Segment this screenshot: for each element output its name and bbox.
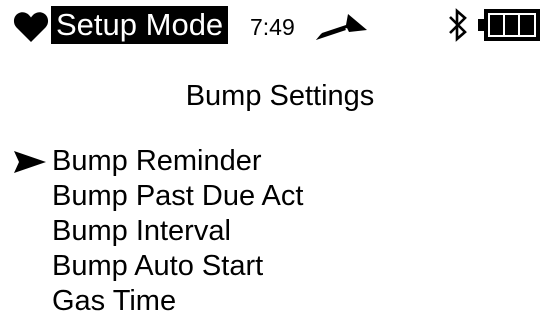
heart-icon xyxy=(13,12,49,42)
clock: 7:49 xyxy=(250,14,295,40)
menu-item-label: Bump Interval xyxy=(52,215,231,247)
menu-item-bump-past-due-act[interactable]: Bump Past Due Act xyxy=(0,179,540,214)
menu-item-bump-auto-start[interactable]: Bump Auto Start xyxy=(0,249,540,284)
settings-menu: Bump Reminder Bump Past Due Act Bump Int… xyxy=(0,144,540,319)
trend-icon xyxy=(316,14,367,40)
screen-title: Bump Settings xyxy=(185,80,375,112)
menu-item-label: Bump Auto Start xyxy=(52,250,264,282)
status-bar: Setup Mode 7:49 xyxy=(0,0,540,50)
selection-pointer-icon xyxy=(14,151,46,173)
menu-item-label: Gas Time xyxy=(52,285,177,317)
menu-item-bump-reminder[interactable]: Bump Reminder xyxy=(0,144,540,179)
battery-icon xyxy=(478,9,540,41)
mode-indicator: Setup Mode xyxy=(51,6,229,44)
bluetooth-icon xyxy=(449,8,467,42)
menu-item-label: Bump Reminder xyxy=(52,145,262,177)
menu-item-bump-interval[interactable]: Bump Interval xyxy=(0,214,540,249)
menu-item-label: Bump Past Due Act xyxy=(52,180,304,212)
